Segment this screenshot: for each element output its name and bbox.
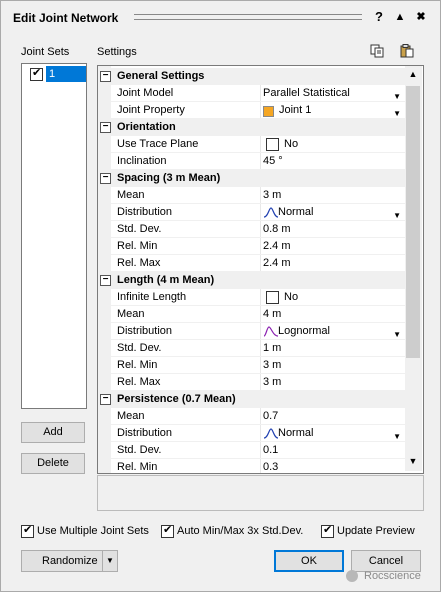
- delete-button[interactable]: Delete: [21, 453, 85, 474]
- description-panel: [97, 475, 424, 511]
- joint-color-swatch: [263, 106, 274, 117]
- randomize-button-label[interactable]: Randomize: [42, 555, 98, 567]
- split-divider: [102, 551, 103, 571]
- check-icon: ✔: [163, 524, 173, 536]
- row-spacing-relmax[interactable]: Rel. Max 2.4 m: [98, 255, 407, 272]
- row-use-trace-plane[interactable]: Use Trace Plane No: [98, 136, 407, 153]
- list-item[interactable]: ✔ 1: [24, 66, 86, 82]
- length-mean-field[interactable]: 4 m: [263, 306, 281, 323]
- row-length-std[interactable]: Std. Dev. 1 m: [98, 340, 407, 357]
- joint-sets-label: Joint Sets: [21, 46, 70, 58]
- watermark-logo-icon: [346, 570, 358, 582]
- auto-minmax-label[interactable]: Auto Min/Max 3x Std.Dev.: [177, 525, 303, 537]
- normal-curve-icon: [263, 207, 279, 218]
- length-relmin-field[interactable]: 3 m: [263, 357, 281, 374]
- dropdown-arrow-icon[interactable]: ▼: [106, 556, 114, 565]
- row-infinite-length[interactable]: Infinite Length No: [98, 289, 407, 306]
- randomize-split-button[interactable]: Randomize ▼: [21, 550, 118, 572]
- paste-icon[interactable]: [400, 44, 414, 58]
- scroll-up-icon[interactable]: ▲: [407, 69, 419, 79]
- joint-set-checkbox[interactable]: ✔: [30, 67, 43, 81]
- watermark: Rocscience: [346, 569, 436, 585]
- row-persistence-mean[interactable]: Mean 0.7: [98, 408, 407, 425]
- row-inclination[interactable]: Inclination 45 °: [98, 153, 407, 170]
- row-spacing-distribution[interactable]: Distribution Normal ▼: [98, 204, 407, 221]
- vertical-scrollbar[interactable]: ▲ ▼: [405, 66, 422, 471]
- lognormal-curve-icon: [263, 326, 279, 337]
- category-general[interactable]: − General Settings: [98, 68, 407, 85]
- row-persistence-distribution[interactable]: Distribution Normal ▼: [98, 425, 407, 442]
- infinite-length-checkbox[interactable]: [266, 291, 279, 304]
- auto-minmax-checkbox[interactable]: ✔: [161, 524, 174, 538]
- update-preview-label[interactable]: Update Preview: [337, 525, 415, 537]
- length-distribution-select[interactable]: Lognormal: [278, 323, 330, 340]
- persistence-mean-field[interactable]: 0.7: [263, 408, 278, 425]
- joint-property-select[interactable]: Joint 1: [263, 102, 311, 119]
- title-bar: Edit Joint Network ? ▲ ✖: [1, 1, 440, 33]
- spacing-std-field[interactable]: 0.8 m: [263, 221, 291, 238]
- row-length-relmin[interactable]: Rel. Min 3 m: [98, 357, 407, 374]
- persistence-std-field[interactable]: 0.1: [263, 442, 278, 459]
- row-joint-property[interactable]: Joint Property Joint 1 ▼: [98, 102, 407, 119]
- persistence-distribution-select[interactable]: Normal: [278, 425, 313, 442]
- category-length[interactable]: − Length (4 m Mean): [98, 272, 407, 289]
- collapse-button[interactable]: ▲: [393, 10, 407, 24]
- collapse-icon[interactable]: −: [100, 394, 111, 405]
- spacing-mean-field[interactable]: 3 m: [263, 187, 281, 204]
- normal-curve-icon: [263, 428, 279, 439]
- scrollbar-thumb[interactable]: [406, 86, 420, 358]
- use-trace-plane-checkbox[interactable]: [266, 138, 279, 151]
- row-spacing-relmin[interactable]: Rel. Min 2.4 m: [98, 238, 407, 255]
- category-spacing[interactable]: − Spacing (3 m Mean): [98, 170, 407, 187]
- joint-set-label: 1: [46, 66, 86, 82]
- close-button[interactable]: ✖: [414, 10, 428, 24]
- dialog-title: Edit Joint Network: [13, 11, 119, 25]
- copy-icon[interactable]: [370, 44, 384, 58]
- row-persistence-std[interactable]: Std. Dev. 0.1: [98, 442, 407, 459]
- watermark-text: Rocscience: [364, 570, 421, 582]
- joint-model-select[interactable]: Parallel Statistical: [263, 85, 350, 102]
- collapse-icon[interactable]: −: [100, 71, 111, 82]
- check-icon: ✔: [32, 67, 42, 79]
- add-button[interactable]: Add: [21, 422, 85, 443]
- inclination-field[interactable]: 45 °: [263, 153, 283, 170]
- collapse-icon[interactable]: −: [100, 122, 111, 133]
- check-icon: ✔: [23, 524, 33, 536]
- row-length-mean[interactable]: Mean 4 m: [98, 306, 407, 323]
- settings-label: Settings: [97, 46, 137, 58]
- row-length-relmax[interactable]: Rel. Max 3 m: [98, 374, 407, 391]
- scroll-down-icon[interactable]: ▼: [407, 456, 419, 466]
- ok-button[interactable]: OK: [274, 550, 344, 572]
- spacing-relmin-field[interactable]: 2.4 m: [263, 238, 291, 255]
- length-relmax-field[interactable]: 3 m: [263, 374, 281, 391]
- row-spacing-mean[interactable]: Mean 3 m: [98, 187, 407, 204]
- settings-property-grid: − General Settings Joint Model Parallel …: [97, 65, 424, 474]
- edit-joint-network-dialog: Edit Joint Network ? ▲ ✖ Joint Sets Sett…: [0, 0, 441, 592]
- collapse-icon[interactable]: −: [100, 173, 111, 184]
- category-orientation[interactable]: − Orientation: [98, 119, 407, 136]
- use-multiple-joint-sets-checkbox[interactable]: ✔: [21, 524, 34, 538]
- check-icon: ✔: [323, 524, 333, 536]
- title-divider: [134, 14, 362, 20]
- persistence-relmin-field[interactable]: 0.3: [263, 459, 278, 473]
- use-multiple-joint-sets-label[interactable]: Use Multiple Joint Sets: [37, 525, 149, 537]
- collapse-icon[interactable]: −: [100, 275, 111, 286]
- category-persistence[interactable]: − Persistence (0.7 Mean): [98, 391, 407, 408]
- row-length-distribution[interactable]: Distribution Lognormal ▼: [98, 323, 407, 340]
- row-persistence-relmin[interactable]: Rel. Min 0.3: [98, 459, 407, 473]
- update-preview-checkbox[interactable]: ✔: [321, 524, 334, 538]
- help-button[interactable]: ?: [372, 10, 386, 24]
- row-joint-model[interactable]: Joint Model Parallel Statistical ▼: [98, 85, 407, 102]
- row-spacing-std[interactable]: Std. Dev. 0.8 m: [98, 221, 407, 238]
- spacing-distribution-select[interactable]: Normal: [278, 204, 313, 221]
- spacing-relmax-field[interactable]: 2.4 m: [263, 255, 291, 272]
- joint-sets-list[interactable]: ✔ 1: [21, 63, 87, 409]
- length-std-field[interactable]: 1 m: [263, 340, 281, 357]
